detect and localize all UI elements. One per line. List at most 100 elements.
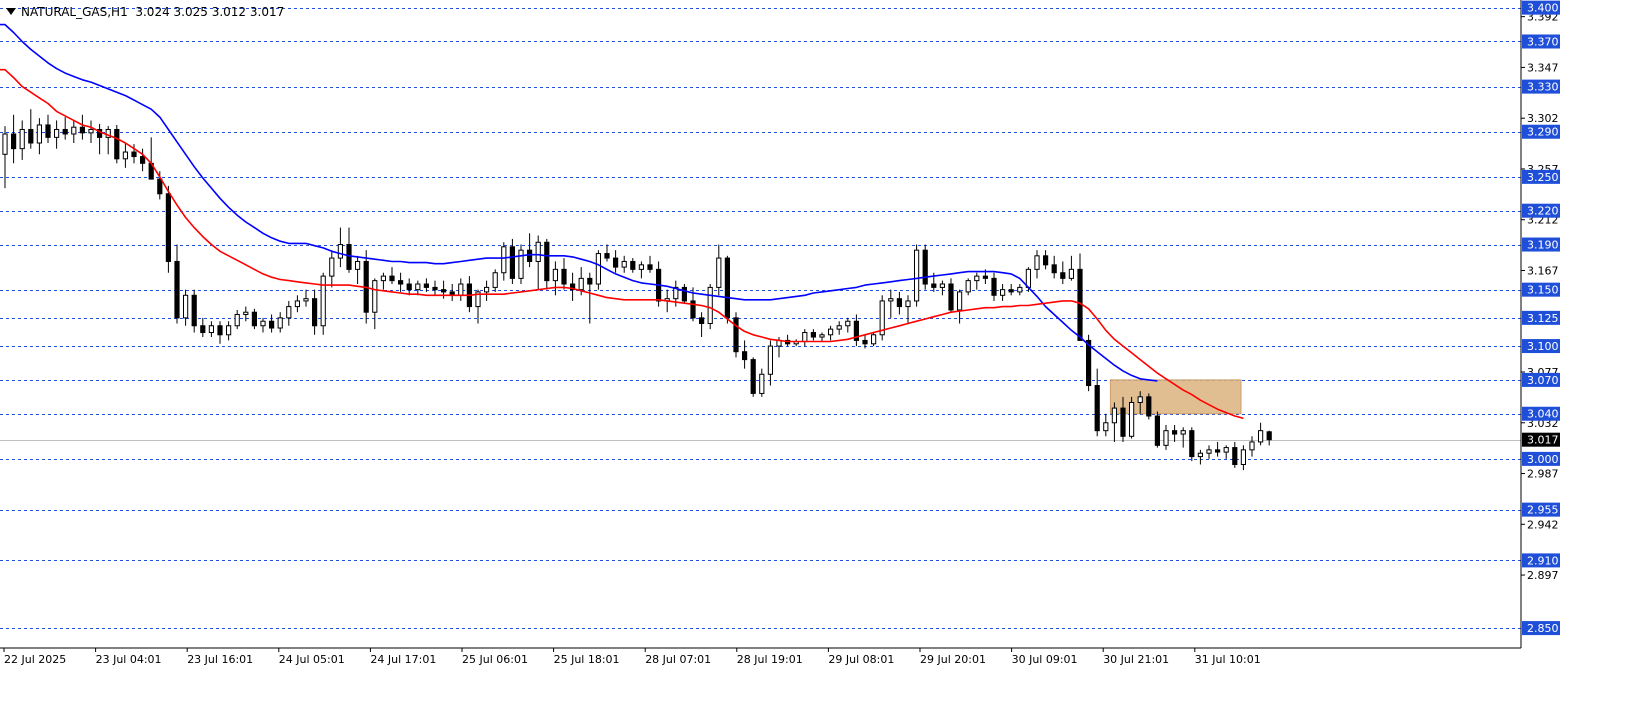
bear-candle-body bbox=[681, 286, 687, 302]
bull-candle-body bbox=[759, 373, 765, 394]
level-tag-label: 2.955 bbox=[1527, 504, 1559, 517]
bull-candle-body bbox=[372, 280, 378, 313]
bear-candle-body bbox=[733, 317, 739, 353]
bull-candle-body bbox=[1129, 401, 1135, 437]
bull-candle-body bbox=[492, 272, 498, 288]
bear-candle-body bbox=[1060, 272, 1066, 279]
bear-candle-body bbox=[45, 124, 51, 138]
price-tick-label: 2.987 bbox=[1527, 468, 1559, 481]
bear-candle-body bbox=[406, 283, 412, 291]
bull-candle-body bbox=[1240, 449, 1247, 466]
bull-candle-body bbox=[71, 126, 77, 135]
bull-candle-body bbox=[939, 283, 945, 288]
bear-candle-body bbox=[191, 294, 197, 327]
time-tick-label: 30 Jul 21:01 bbox=[1103, 653, 1169, 666]
bear-candle-body bbox=[269, 320, 275, 329]
bear-candle-body bbox=[62, 128, 68, 135]
price-tick-label: 2.942 bbox=[1527, 518, 1559, 531]
bear-candle-body bbox=[1232, 447, 1238, 466]
bull-candle-body bbox=[122, 151, 129, 160]
time-tick-label: 24 Jul 17:01 bbox=[370, 653, 436, 666]
candle bbox=[914, 244, 920, 307]
candle bbox=[320, 272, 326, 335]
bull-candle-body bbox=[552, 268, 558, 282]
bear-candle-body bbox=[896, 298, 902, 308]
bear-candle-body bbox=[1172, 430, 1178, 435]
bull-candle-body bbox=[845, 320, 851, 327]
candle bbox=[1189, 427, 1195, 462]
bear-candle-body bbox=[604, 253, 610, 259]
bull-candle-body bbox=[320, 275, 326, 327]
level-tag-label: 3.220 bbox=[1527, 205, 1559, 218]
candle bbox=[733, 312, 739, 358]
bull-candle-body bbox=[621, 260, 627, 268]
bull-candle-body bbox=[88, 128, 94, 134]
time-tick-label: 24 Jul 05:01 bbox=[279, 653, 345, 666]
bull-candle-body bbox=[260, 320, 266, 327]
bear-candle-body bbox=[587, 277, 593, 285]
candle bbox=[165, 185, 172, 273]
bear-candle-body bbox=[28, 128, 34, 144]
bear-candle-body bbox=[1120, 407, 1126, 437]
bear-candle-body bbox=[398, 280, 404, 285]
bear-candle-body bbox=[810, 332, 816, 338]
bull-candle-body bbox=[871, 334, 877, 345]
time-tick-label: 31 Jul 10:01 bbox=[1195, 653, 1261, 666]
bear-candle-body bbox=[346, 244, 352, 270]
bull-candle-body bbox=[1223, 447, 1229, 453]
price-tick-label: 3.167 bbox=[1527, 264, 1559, 277]
bull-candle-body bbox=[380, 275, 386, 282]
chart-background bbox=[0, 0, 1651, 705]
bull-candle-body bbox=[1017, 286, 1023, 293]
candlestick-chart[interactable]: 3.3923.3473.3023.2573.2123.1673.0773.032… bbox=[0, 0, 1651, 705]
bull-candle-body bbox=[1025, 268, 1032, 288]
chart-area[interactable]: 3.392 3.347 3.302 3.257 3.212 3.167 3.077 3.032… bbox=[0, 0, 1651, 705]
bull-candle-body bbox=[208, 325, 215, 334]
bear-candle-body bbox=[991, 277, 997, 296]
bull-candle-body bbox=[888, 298, 894, 302]
bear-candle-body bbox=[561, 268, 567, 285]
bear-candle-body bbox=[724, 257, 730, 319]
bull-candle-body bbox=[638, 264, 644, 270]
bear-candle-body bbox=[140, 156, 146, 164]
bull-candle-body bbox=[183, 294, 189, 319]
bear-candle-body bbox=[742, 351, 748, 361]
bear-candle-body bbox=[165, 193, 172, 262]
candle bbox=[518, 244, 524, 285]
bear-candle-body bbox=[527, 249, 533, 262]
bear-candle-body bbox=[544, 241, 550, 282]
bull-candle-body bbox=[415, 283, 421, 291]
level-tag-label: 3.250 bbox=[1527, 171, 1559, 184]
candle bbox=[1129, 396, 1135, 439]
time-tick-label: 28 Jul 19:01 bbox=[737, 653, 803, 666]
bull-candle-body bbox=[828, 328, 834, 336]
bear-candle-body bbox=[312, 298, 318, 327]
bear-candle-body bbox=[251, 311, 258, 327]
price-tick-label: 3.302 bbox=[1527, 112, 1559, 125]
bull-candle-body bbox=[1034, 255, 1040, 270]
bull-candle-body bbox=[294, 300, 300, 308]
bull-candle-body bbox=[243, 311, 249, 315]
bull-candle-body bbox=[1111, 407, 1118, 424]
bear-candle-body bbox=[1043, 255, 1049, 266]
bull-candle-body bbox=[578, 277, 584, 291]
symbol-label: NATURAL_GAS,H1 bbox=[21, 5, 128, 19]
time-tick-label: 25 Jul 18:01 bbox=[554, 653, 620, 666]
bear-candle-body bbox=[131, 151, 137, 158]
price-tick-label: 3.347 bbox=[1527, 61, 1559, 74]
candle bbox=[879, 295, 885, 341]
bull-candle-body bbox=[1103, 422, 1109, 432]
level-tag-label: 2.850 bbox=[1527, 622, 1559, 635]
level-tag-label: 3.290 bbox=[1527, 126, 1559, 139]
level-tag-label: 2.910 bbox=[1527, 554, 1559, 567]
bull-candle-body bbox=[905, 300, 911, 308]
bear-candle-body bbox=[630, 260, 636, 270]
dropdown-triangle-icon[interactable] bbox=[6, 8, 16, 15]
bull-candle-body bbox=[957, 291, 963, 311]
current-price-tag-label: 3.017 bbox=[1527, 434, 1559, 447]
time-tick-label: 29 Jul 08:01 bbox=[828, 653, 894, 666]
bear-candle-body bbox=[1189, 430, 1195, 458]
bull-candle-body bbox=[337, 244, 343, 259]
bear-candle-body bbox=[157, 178, 163, 195]
candle bbox=[1154, 411, 1161, 448]
